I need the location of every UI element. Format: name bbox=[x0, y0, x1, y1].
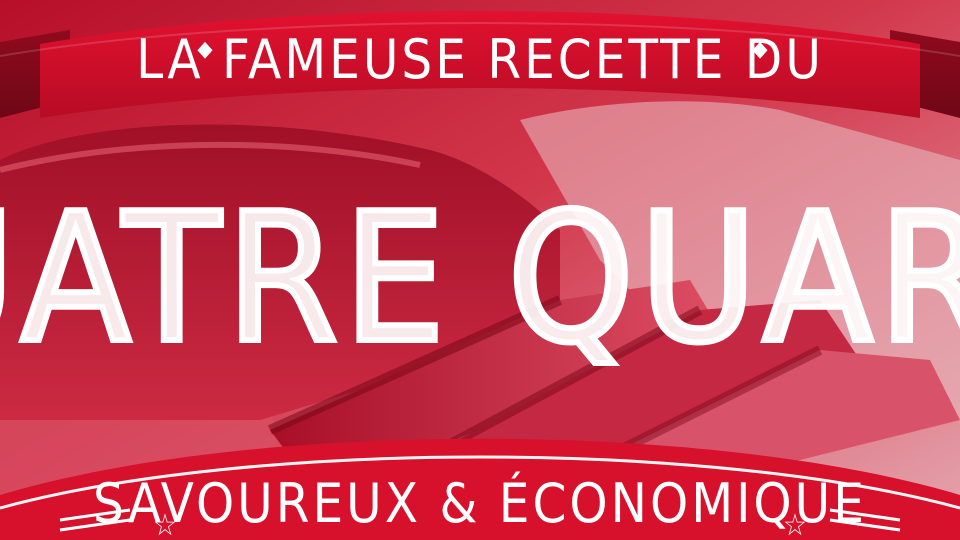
poster: LA FAMEUSE RECETTE DU ◆ ◆ QUATRE QUARTS … bbox=[0, 0, 960, 540]
star-icon: ☆ bbox=[153, 508, 177, 540]
diamond-icon: ◆ bbox=[752, 37, 768, 62]
top-banner-text: LA FAMEUSE RECETTE DU bbox=[136, 28, 824, 91]
bottom-banner-text: SAVOUREUX & ÉCONOMIQUE bbox=[93, 472, 867, 535]
star-icon: ☆ bbox=[783, 508, 807, 540]
headline: QUATRE QUARTS bbox=[0, 175, 960, 382]
diamond-icon: ◆ bbox=[197, 37, 213, 62]
poster-graphic: LA FAMEUSE RECETTE DU ◆ ◆ QUATRE QUARTS … bbox=[0, 0, 960, 540]
